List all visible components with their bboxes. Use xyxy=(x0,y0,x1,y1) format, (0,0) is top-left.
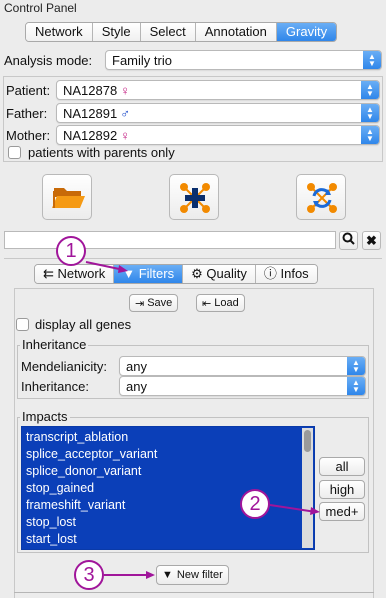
callout-3: 3 xyxy=(74,560,104,590)
annotation-arrows xyxy=(85,261,320,579)
callout-1: 1 xyxy=(56,236,86,266)
callout-2: 2 xyxy=(240,489,270,519)
